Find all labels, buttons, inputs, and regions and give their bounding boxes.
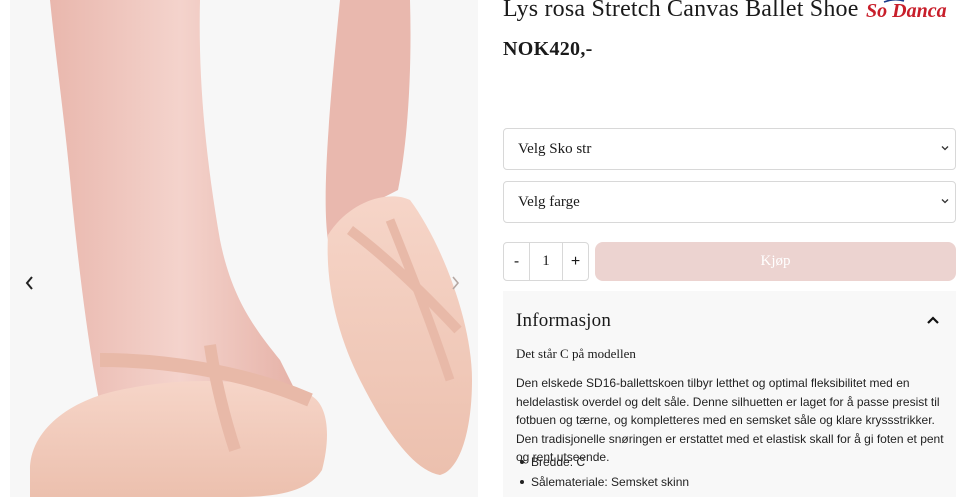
gallery-prev-button[interactable] (18, 271, 42, 295)
color-select[interactable]: Velg farge (503, 181, 956, 223)
gallery-next-button[interactable] (443, 271, 467, 295)
model-note: Det står C på modellen (516, 346, 636, 361)
brand-logo-text: So Danca (866, 0, 947, 22)
size-select[interactable]: Velg Sko str (503, 128, 956, 170)
quantity-stepper: - 1 + (503, 242, 589, 281)
product-photo (10, 0, 478, 497)
product-title: Lys rosa Stretch Canvas Ballet Shoe (503, 0, 859, 22)
buy-button[interactable]: Kjøp (595, 242, 956, 281)
quantity-decrease-button[interactable]: - (504, 243, 529, 280)
size-select-label: Velg Sko str (518, 140, 592, 157)
chevron-down-icon (941, 199, 949, 204)
spec-item-sole: Sålemateriale: Semsket skinn (516, 472, 689, 492)
quantity-increase-button[interactable]: + (563, 243, 588, 280)
spec-item-width: Bredde: C (516, 452, 689, 472)
gallery-edge (0, 0, 10, 497)
color-select-label: Velg farge (518, 193, 580, 210)
chevron-up-icon[interactable] (924, 313, 942, 327)
brand-logo: So Danca (866, 0, 947, 22)
product-image-gallery (0, 0, 478, 497)
chevron-left-icon (25, 276, 33, 290)
spec-list: Bredde: C Sålemateriale: Semsket skinn (516, 452, 689, 492)
info-accordion: Informasjon Det står C på modellen Den e… (503, 291, 956, 497)
info-accordion-title[interactable]: Informasjon (516, 310, 611, 332)
chevron-down-icon (941, 146, 949, 151)
quantity-input[interactable]: 1 (529, 243, 563, 280)
product-price: NOK420,- (503, 38, 593, 60)
chevron-right-icon (452, 276, 460, 290)
